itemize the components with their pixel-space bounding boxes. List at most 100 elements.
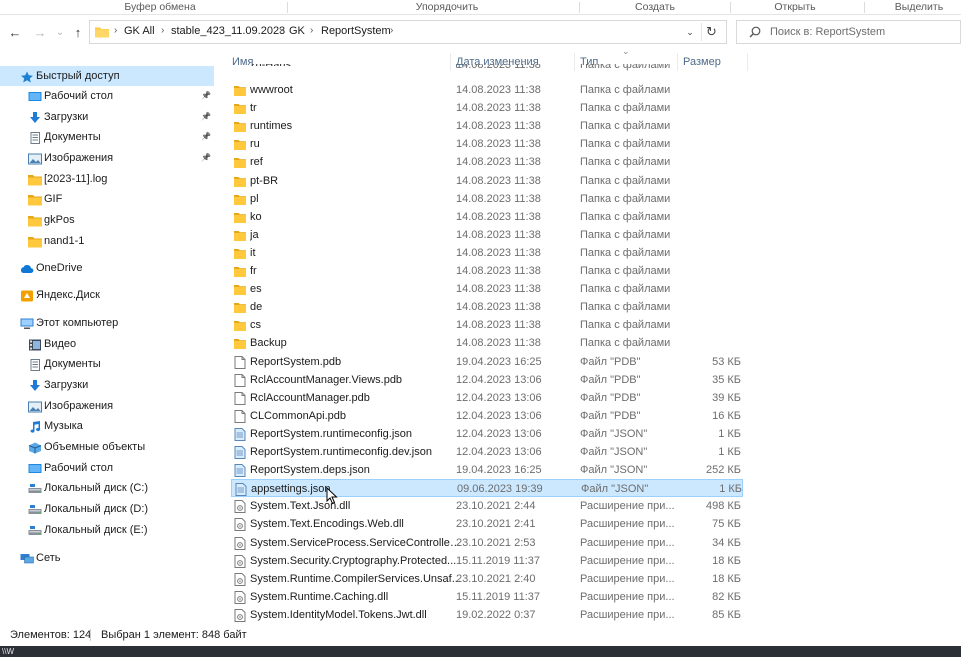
- up-button[interactable]: ↑: [70, 24, 86, 42]
- file-row[interactable]: de 14.08.2023 11:38 Папка с файлами: [231, 298, 743, 316]
- file-row[interactable]: ko 14.08.2023 11:38 Папка с файлами: [231, 208, 743, 226]
- sidebar-item-onedrive[interactable]: OneDrive: [0, 258, 214, 278]
- sidebar-item-этот-компьютер[interactable]: Этот компьютер: [0, 313, 214, 333]
- breadcrumb-gk[interactable]: GK: [289, 25, 305, 37]
- file-type: Файл "PDB": [580, 355, 641, 368]
- file-row[interactable]: it 14.08.2023 11:38 Папка с файлами: [231, 244, 743, 262]
- refresh-button[interactable]: ↻: [701, 23, 721, 41]
- file-row[interactable]: ReportSystem.runtimeconfig.json 12.04.202…: [231, 425, 743, 443]
- desktop-icon: [28, 90, 42, 102]
- folder-icon: [234, 211, 246, 224]
- ribbon-group-organize: Упорядочить: [415, 1, 479, 13]
- folder-icon: [95, 27, 109, 38]
- file-row[interactable]: ReportSystem.pdb 19.04.2023 16:25 Файл "PD…: [231, 353, 743, 371]
- file-date: 14.08.2023 11:38: [456, 120, 541, 133]
- file-row[interactable]: pt-BR 14.08.2023 11:38 Папка с файлами: [231, 172, 743, 190]
- file-row[interactable]: tr 14.08.2023 11:38 Папка с файлами: [231, 99, 743, 117]
- breadcrumb-reportsystem[interactable]: ReportSystem: [321, 25, 391, 37]
- music-icon: [28, 420, 42, 433]
- sidebar-item-gkpos[interactable]: gkPos: [0, 210, 214, 230]
- file-row[interactable]: RclAccountManager.pdb 12.04.2023 13:06 Фай…: [231, 389, 743, 407]
- file-row[interactable]: System.Runtime.Caching.dll 15.11.2019 11:…: [231, 588, 743, 606]
- file-row[interactable]: pl 14.08.2023 11:38 Папка с файлами: [231, 190, 743, 208]
- sidebar-item-документы[interactable]: Документы: [0, 354, 214, 374]
- sidebar-item-объемные-объекты[interactable]: Объемные объекты: [0, 437, 214, 457]
- sidebar-item-яндекс-диск[interactable]: Яндекс.Диск: [0, 285, 214, 305]
- up-arrow-icon: ↑: [74, 25, 82, 40]
- file-date: 14.08.2023 11:38: [456, 102, 541, 115]
- sidebar-item-2023-11-log[interactable]: [2023-11].log: [0, 169, 214, 189]
- forward-button[interactable]: →: [32, 24, 48, 42]
- pin-icon[interactable]: 📌: [201, 127, 211, 147]
- file-row[interactable]: cs 14.08.2023 11:38 Папка с файлами: [231, 316, 743, 334]
- file-date: 14.08.2023 11:38: [456, 174, 541, 187]
- file-name: pt-BR: [250, 174, 279, 187]
- file-row[interactable]: ReportSystem.deps.json 19.04.2023 16:25 Фа…: [231, 461, 743, 479]
- file-row-partial[interactable]: zh-Hans 14.08.2023 11:38 Папка с файлами: [231, 64, 743, 73]
- file-type: Папка с файлами: [580, 138, 671, 151]
- pin-icon[interactable]: 📌: [201, 148, 211, 168]
- file-row[interactable]: es 14.08.2023 11:38 Папка с файлами: [231, 280, 743, 298]
- file-row[interactable]: ja 14.08.2023 11:38 Папка с файлами: [231, 226, 743, 244]
- pin-icon[interactable]: 📌: [201, 107, 211, 127]
- file-row[interactable]: System.Text.Json.dll 23.10.2021 2:44 Расши…: [231, 497, 743, 515]
- sidebar-item-label: Этот компьютер: [36, 317, 119, 329]
- file-row[interactable]: ref 14.08.2023 11:38 Папка с файлами: [231, 153, 743, 171]
- file-row[interactable]: wwwroot 14.08.2023 11:38 Папка с файлами: [231, 81, 743, 99]
- taskbar: \\W: [0, 646, 961, 657]
- recent-locations-button[interactable]: ⌄: [52, 24, 68, 42]
- address-dropdown-button[interactable]: ⌄: [683, 24, 697, 40]
- sidebar-item-загрузки[interactable]: Загрузки 📌: [0, 107, 214, 127]
- file-type: Файл "PDB": [580, 391, 641, 404]
- file-row[interactable]: Backup 14.08.2023 11:38 Папка с файлами: [231, 334, 743, 352]
- sidebar-item-музыка[interactable]: Музыка: [0, 416, 214, 436]
- breadcrumb-gk-all[interactable]: GK All: [124, 25, 155, 37]
- file-type: Расширение при...: [580, 518, 675, 531]
- sidebar-item-локальный-диск-d[interactable]: Локальный диск (D:): [0, 499, 214, 519]
- address-bar[interactable]: › GK All › stable_423_11.09.2023 › GK › …: [89, 20, 727, 44]
- sidebar-item-gif[interactable]: GIF: [0, 189, 214, 209]
- file-type: Папка с файлами: [580, 102, 671, 115]
- file-icon: [234, 355, 246, 369]
- sidebar-item-label: nand1-1: [44, 235, 85, 247]
- sidebar-item-локальный-диск-c[interactable]: Локальный диск (C:): [0, 478, 214, 498]
- sidebar-item-видео[interactable]: Видео: [0, 334, 214, 354]
- file-row[interactable]: System.ServiceProcess.ServiceController.…: [231, 534, 743, 552]
- file-row[interactable]: appsettings.json 09.06.2023 19:39 Файл "JS…: [231, 479, 743, 498]
- sidebar-item-изображения[interactable]: Изображения 📌: [0, 148, 214, 168]
- file-row[interactable]: RclAccountManager.Views.pdb 12.04.2023 13…: [231, 371, 743, 389]
- file-row[interactable]: System.Text.Encodings.Web.dll 23.10.2021 …: [231, 515, 743, 533]
- sidebar-item-рабочий-стол[interactable]: Рабочий стол: [0, 458, 214, 478]
- sidebar-item-изображения[interactable]: Изображения: [0, 396, 214, 416]
- sidebar-item-рабочий-стол[interactable]: Рабочий стол 📌: [0, 86, 214, 106]
- file-icon: [234, 391, 246, 405]
- file-row[interactable]: fr 14.08.2023 11:38 Папка с файлами: [231, 262, 743, 280]
- pin-icon[interactable]: 📌: [201, 86, 211, 106]
- file-row[interactable]: ru 14.08.2023 11:38 Папка с файлами: [231, 135, 743, 153]
- file-type: Папка с файлами: [580, 246, 671, 259]
- file-row[interactable]: runtimes 14.08.2023 11:38 Папка с файлами: [231, 117, 743, 135]
- sidebar-item-сеть[interactable]: Сеть: [0, 548, 214, 568]
- column-separator[interactable]: [747, 53, 748, 71]
- sidebar-item-nand1-1[interactable]: nand1-1: [0, 231, 214, 251]
- file-row[interactable]: System.IdentityModel.Tokens.Jwt.dll 19.02…: [231, 606, 743, 624]
- breadcrumb-separator: ›: [390, 25, 394, 36]
- file-date: 14.08.2023 11:38: [456, 228, 541, 241]
- back-button[interactable]: ←: [7, 24, 23, 42]
- sidebar-item-загрузки[interactable]: Загрузки: [0, 375, 214, 395]
- sidebar-item-локальный-диск-e[interactable]: Локальный диск (E:): [0, 520, 214, 540]
- file-date: 12.04.2023 13:06: [456, 391, 542, 404]
- file-name: cs: [250, 319, 261, 332]
- sidebar-item-быстрый-доступ[interactable]: Быстрый доступ: [0, 66, 214, 86]
- file-row[interactable]: System.Runtime.CompilerServices.Unsaf...…: [231, 570, 743, 588]
- sidebar-item-документы[interactable]: Документы 📌: [0, 127, 214, 147]
- search-box[interactable]: Поиск в: ReportSystem: [736, 20, 961, 44]
- breadcrumb-stable[interactable]: stable_423_11.09.2023: [171, 25, 285, 37]
- sidebar-item-label: GIF: [44, 193, 63, 205]
- file-row[interactable]: System.Security.Cryptography.Protected..…: [231, 552, 743, 570]
- file-row[interactable]: CLCommonApi.pdb 12.04.2023 13:06 Файл "PDB…: [231, 407, 743, 425]
- file-row[interactable]: ReportSystem.runtimeconfig.dev.json 12.04…: [231, 443, 743, 461]
- file-type: Расширение при...: [580, 554, 675, 567]
- folder-icon: [28, 235, 42, 248]
- document-icon: [28, 358, 42, 371]
